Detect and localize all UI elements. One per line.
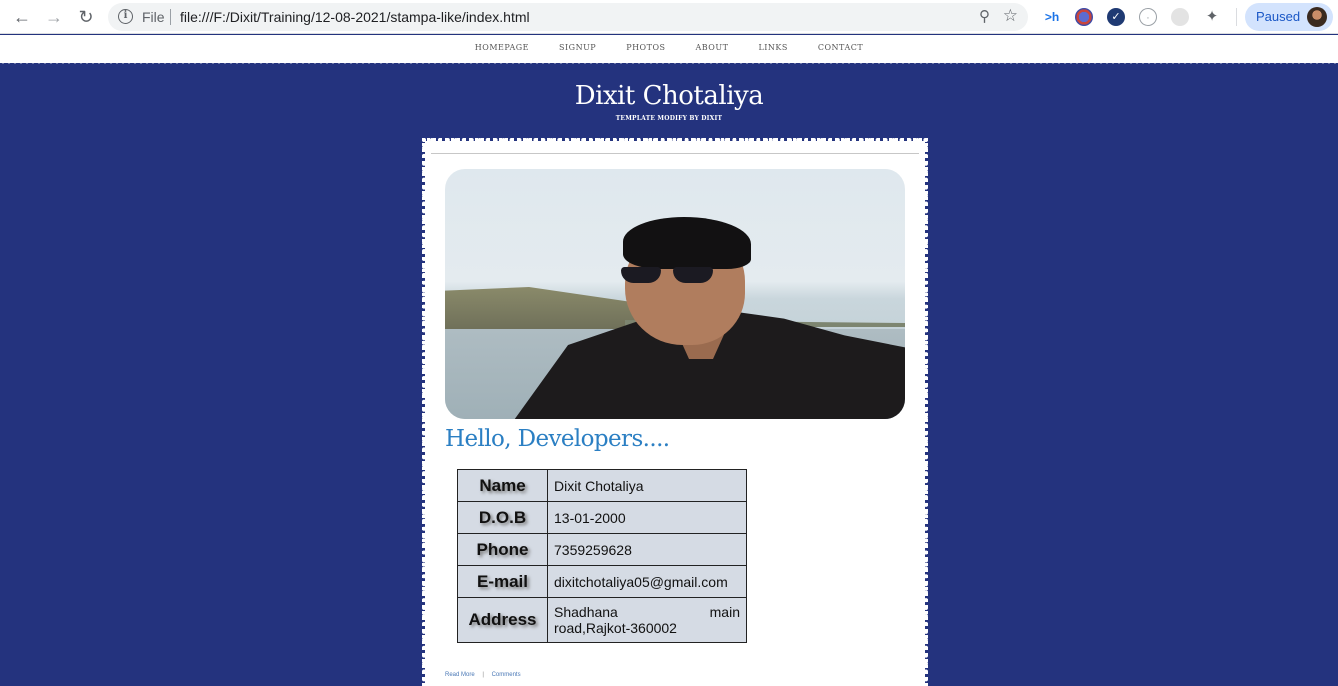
table-row: Address Shadhana main road,Rajkot-360002 bbox=[457, 597, 747, 643]
back-icon[interactable]: ← bbox=[10, 5, 34, 29]
extension-check-icon[interactable]: ✓ bbox=[1107, 8, 1125, 26]
zoom-icon[interactable]: ⚲ bbox=[979, 7, 990, 25]
forward-icon[interactable]: → bbox=[42, 5, 66, 29]
row-label: D.O.B bbox=[457, 501, 548, 534]
bookmark-star-icon[interactable]: ☆ bbox=[1003, 6, 1018, 26]
address-line-2: road,Rajkot-360002 bbox=[554, 620, 677, 636]
row-label: E-mail bbox=[457, 565, 548, 598]
post-heading: Hello, Developers.... bbox=[445, 426, 670, 452]
row-label: Address bbox=[457, 597, 548, 643]
extension-hyper-icon[interactable]: >h bbox=[1043, 8, 1061, 26]
profile-button[interactable]: Paused bbox=[1245, 3, 1333, 31]
row-value: Shadhana main road,Rajkot-360002 bbox=[547, 597, 747, 643]
table-row: D.O.B 13-01-2000 bbox=[457, 501, 747, 534]
site-subtitle: TEMPLATE MODIFY BY DIXIT bbox=[615, 115, 723, 122]
site-title: Dixit Chotaliya bbox=[574, 81, 764, 111]
table-row: Phone 7359259628 bbox=[457, 533, 747, 566]
reload-icon[interactable]: ↻ bbox=[74, 5, 98, 29]
row-value: dixitchotaliya05@gmail.com bbox=[547, 565, 747, 598]
row-label: Phone bbox=[457, 533, 548, 566]
profile-table: Name Dixit Chotaliya D.O.B 13-01-2000 Ph… bbox=[457, 469, 747, 643]
avatar bbox=[1307, 7, 1327, 27]
nav-item-signup[interactable]: SIGNUP bbox=[544, 43, 611, 52]
footer-separator: | bbox=[482, 672, 484, 678]
nav-item-homepage[interactable]: HOMEPAGE bbox=[460, 43, 544, 52]
address-word-1: Shadhana bbox=[554, 604, 618, 620]
row-label: Name bbox=[457, 469, 548, 502]
nav-item-links[interactable]: LINKS bbox=[743, 43, 802, 52]
card-divider bbox=[431, 153, 919, 154]
toolbar-divider bbox=[1236, 8, 1237, 26]
site-info-icon[interactable]: i bbox=[118, 9, 133, 24]
browser-toolbar: ← → ↻ i File file:///F:/Dixit/Training/1… bbox=[0, 0, 1338, 34]
profile-photo bbox=[445, 169, 905, 419]
row-value: 13-01-2000 bbox=[547, 501, 747, 534]
site-navigation: HOMEPAGE SIGNUP PHOTOS ABOUT LINKS CONTA… bbox=[0, 35, 1338, 63]
url-scheme: File bbox=[142, 9, 165, 25]
extension-circle-icon[interactable]: · bbox=[1139, 8, 1157, 26]
address-word-2: main bbox=[709, 604, 740, 620]
extension-globe-icon[interactable] bbox=[1075, 8, 1093, 26]
address-bar[interactable]: i File file:///F:/Dixit/Training/12-08-2… bbox=[108, 3, 1028, 31]
row-value: 7359259628 bbox=[547, 533, 747, 566]
row-value: Dixit Chotaliya bbox=[547, 469, 747, 502]
post-footer: Read More | Comments bbox=[445, 672, 527, 678]
table-row: Name Dixit Chotaliya bbox=[457, 469, 747, 502]
url-divider bbox=[170, 9, 171, 25]
table-row: E-mail dixitchotaliya05@gmail.com bbox=[457, 565, 747, 598]
nav-item-contact[interactable]: CONTACT bbox=[803, 43, 878, 52]
nav-item-about[interactable]: ABOUT bbox=[680, 43, 743, 52]
extension-grey-icon[interactable] bbox=[1171, 8, 1189, 26]
comments-link[interactable]: Comments bbox=[492, 672, 521, 678]
url-text[interactable]: file:///F:/Dixit/Training/12-08-2021/sta… bbox=[180, 9, 530, 25]
profile-status: Paused bbox=[1256, 9, 1301, 24]
extensions-puzzle-icon[interactable]: ✦ bbox=[1203, 8, 1221, 26]
read-more-link[interactable]: Read More bbox=[445, 672, 475, 678]
scalloped-border bbox=[0, 61, 1338, 67]
nav-item-photos[interactable]: PHOTOS bbox=[611, 43, 680, 52]
